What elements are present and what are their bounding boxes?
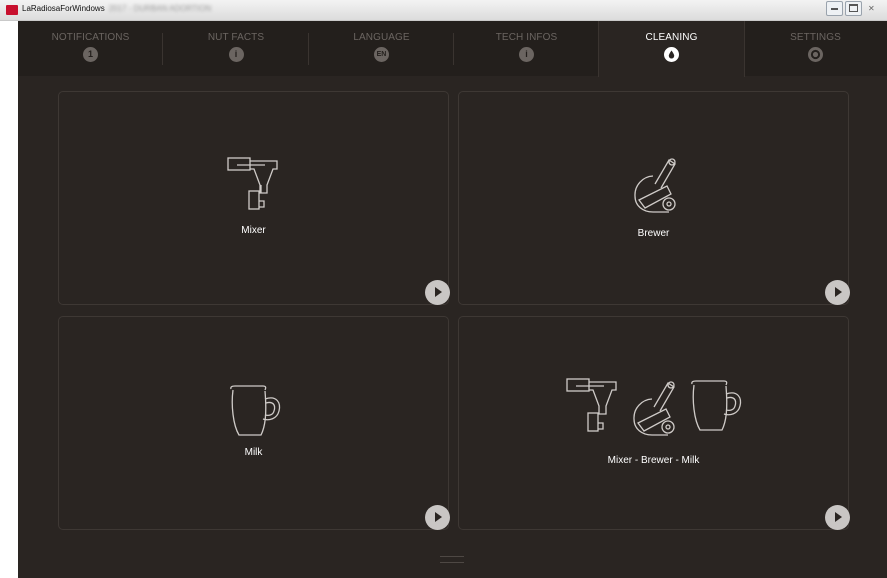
tab-language[interactable]: LANGUAGE EN <box>309 21 454 76</box>
card-label: Mixer <box>241 225 266 236</box>
mixer-brewer-milk-icons <box>566 378 742 436</box>
card-label: Mixer - Brewer - Milk <box>607 455 700 466</box>
play-button[interactable] <box>425 505 450 530</box>
tab-label: NUT FACTS <box>207 32 265 43</box>
tab-bar: NOTIFICATIONS 1 NUT FACTS i LANGUAGE EN … <box>18 21 887 77</box>
cleaning-card-mixer[interactable]: Mixer <box>58 91 450 305</box>
cleaning-card-brewer[interactable]: Brewer <box>458 91 850 305</box>
close-icon: ✕ <box>868 4 875 13</box>
drop-icon-svg <box>668 50 675 59</box>
window-title: LaRadiosaForWindows 2017 - DURBAN ADORTIO… <box>22 4 211 13</box>
cleaning-card-all[interactable]: Mixer - Brewer - Milk <box>458 316 850 530</box>
notification-count-badge: 1 <box>83 47 98 62</box>
card-label: Milk <box>244 447 263 458</box>
gear-icon <box>808 47 823 62</box>
tab-nut-facts[interactable]: NUT FACTS i <box>163 21 309 76</box>
mixer-icon <box>227 157 278 210</box>
maximize-button[interactable] <box>845 1 862 16</box>
info-icon: i <box>228 47 244 62</box>
play-button[interactable] <box>825 280 850 305</box>
milk-jug-icon <box>230 385 281 436</box>
window-title-bar: LaRadiosaForWindows 2017 - DURBAN ADORTIO… <box>0 0 887 21</box>
card-label: Brewer <box>637 228 670 239</box>
tab-cleaning[interactable]: CLEANING <box>598 21 745 77</box>
drag-handle[interactable] <box>440 556 464 563</box>
tab-label: SETTINGS <box>790 32 841 43</box>
tab-label: NOTIFICATIONS <box>51 32 130 43</box>
close-button[interactable]: ✕ <box>864 1 881 16</box>
tab-label: LANGUAGE <box>353 32 410 43</box>
gear-icon-svg <box>810 49 821 60</box>
brewer-icon <box>634 158 676 213</box>
maximize-icon <box>849 4 858 12</box>
play-button[interactable] <box>825 505 850 530</box>
app-window: NOTIFICATIONS 1 NUT FACTS i LANGUAGE EN … <box>18 21 887 578</box>
cleaning-card-milk[interactable]: Milk <box>58 316 450 530</box>
tab-tech-infos[interactable]: TECH INFOS i <box>454 21 599 76</box>
window-title-text: LaRadiosaForWindows <box>22 4 105 13</box>
window-controls: ✕ <box>826 1 881 16</box>
tab-label: TECH INFOS <box>495 32 558 43</box>
minimize-icon <box>831 8 838 10</box>
language-icon: EN <box>374 47 389 62</box>
tab-notifications[interactable]: NOTIFICATIONS 1 <box>18 21 163 76</box>
app-logo-icon <box>6 5 18 15</box>
drop-icon <box>664 47 679 62</box>
play-button[interactable] <box>425 280 450 305</box>
info-icon: i <box>519 47 534 62</box>
tab-settings[interactable]: SETTINGS <box>744 21 887 76</box>
tab-label: CLEANING <box>645 32 698 43</box>
minimize-button[interactable] <box>826 1 843 16</box>
window-title-extra: 2017 - DURBAN ADORTION <box>108 4 212 13</box>
